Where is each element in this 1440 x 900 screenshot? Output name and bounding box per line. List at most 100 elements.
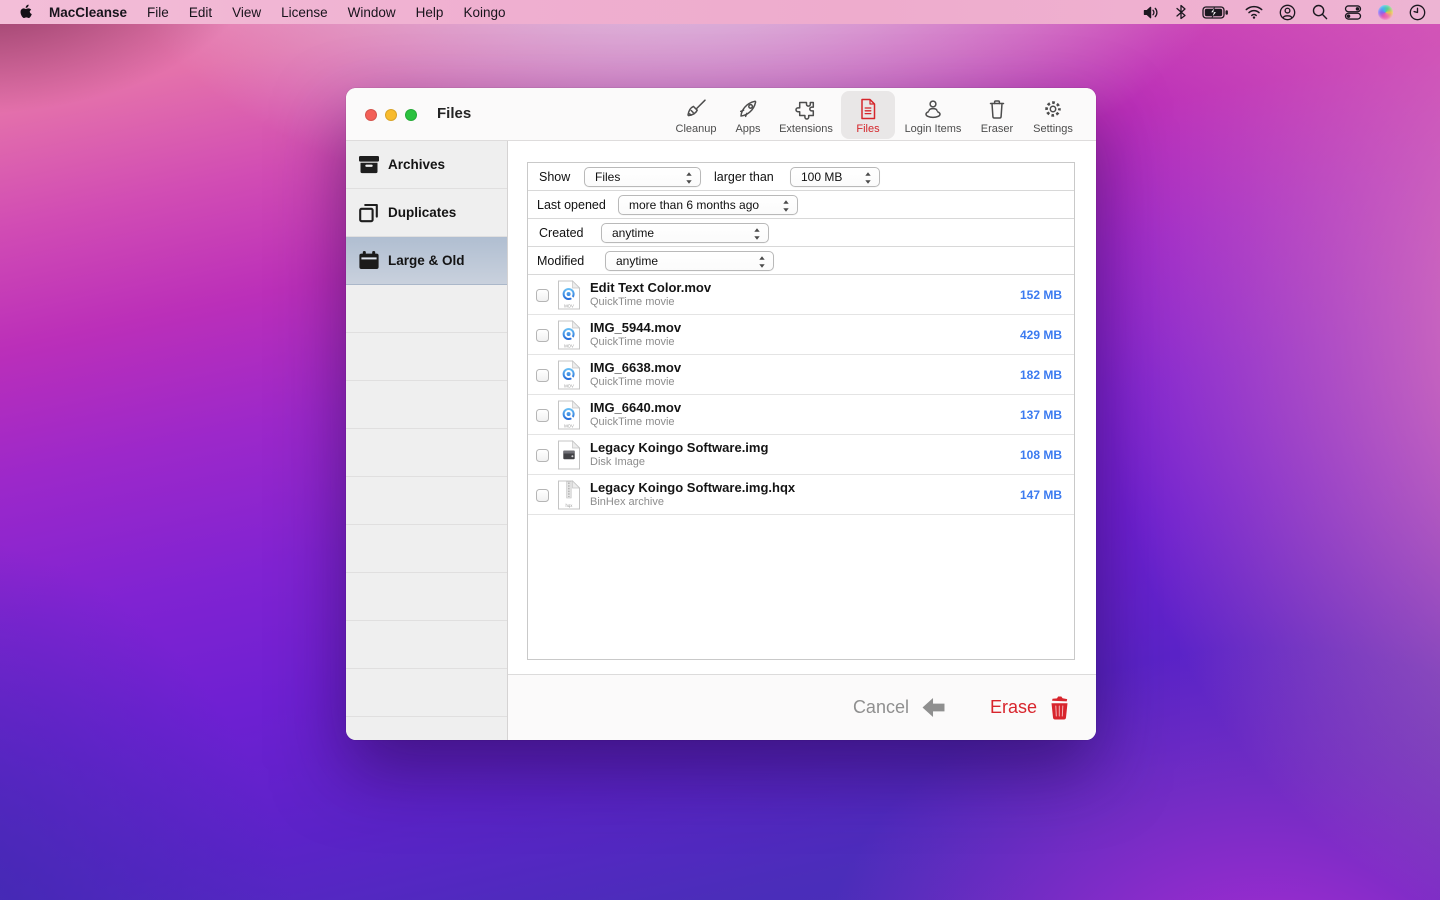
file-checkbox[interactable]: [536, 449, 549, 462]
filter-row-created: Created anytime: [528, 219, 1074, 247]
menu-help[interactable]: Help: [416, 5, 444, 20]
toolbar-login-items[interactable]: Login Items: [895, 91, 971, 139]
toolbar-settings[interactable]: Settings: [1023, 91, 1083, 139]
rocket-icon: [736, 96, 760, 121]
last-opened-select[interactable]: more than 6 months ago: [618, 195, 798, 215]
menu-items: File Edit View License Window Help Koing…: [147, 5, 505, 20]
file-checkbox[interactable]: [536, 329, 549, 342]
window-title: Files: [437, 105, 471, 122]
filter-and-file-panel: Show Files larger than 100 MB Last opene…: [527, 162, 1075, 660]
quicktime-file-icon: MOV: [557, 360, 581, 390]
battery-icon[interactable]: [1202, 6, 1229, 19]
show-select[interactable]: Files: [584, 167, 701, 187]
minimize-button[interactable]: [385, 109, 397, 121]
file-row: MOV IMG_6640.mov QuickTime movie 137 MB: [528, 395, 1074, 435]
binhex-file-icon: hqx: [557, 480, 581, 510]
stepper-icon: [864, 171, 872, 185]
sidebar-empty-row: [346, 285, 507, 333]
wifi-icon[interactable]: [1245, 5, 1263, 19]
menu-file[interactable]: File: [147, 5, 169, 20]
menu-window[interactable]: Window: [348, 5, 396, 20]
menu-app-name[interactable]: MacCleanse: [49, 5, 127, 20]
sidebar-empty-row: [346, 381, 507, 429]
window-body: Archives Duplicates Large & Old: [346, 141, 1096, 740]
toolbar-apps[interactable]: Apps: [725, 91, 771, 139]
document-icon: [857, 96, 879, 121]
file-row: MOV Edit Text Color.mov QuickTime movie …: [528, 275, 1074, 315]
file-row: MOV IMG_5944.mov QuickTime movie 429 MB: [528, 315, 1074, 355]
trash-outline-icon: [985, 96, 1009, 121]
svg-text:MOV: MOV: [564, 423, 574, 428]
control-center-icon[interactable]: [1344, 5, 1362, 20]
toolbar-files[interactable]: Files: [841, 91, 895, 139]
sidebar-empty-row: [346, 573, 507, 621]
window-toolbar: Cleanup Apps Extensions: [667, 91, 1083, 139]
file-row: Legacy Koingo Software.img Disk Image 10…: [528, 435, 1074, 475]
apple-menu-icon[interactable]: [19, 4, 32, 20]
menu-edit[interactable]: Edit: [189, 5, 212, 20]
window-controls: [365, 109, 417, 121]
sidebar-empty-row: [346, 669, 507, 717]
spotlight-search-icon[interactable]: [1312, 4, 1328, 20]
file-checkbox[interactable]: [536, 289, 549, 302]
created-select[interactable]: anytime: [601, 223, 769, 243]
svg-text:MOV: MOV: [564, 303, 574, 308]
menu-view[interactable]: View: [232, 5, 261, 20]
broom-icon: [684, 96, 708, 121]
file-size: 137 MB: [1020, 408, 1062, 422]
volume-icon[interactable]: [1143, 5, 1160, 20]
archive-box-icon: [356, 152, 382, 178]
sidebar-empty-row: [346, 477, 507, 525]
file-size: 429 MB: [1020, 328, 1062, 342]
toolbar-cleanup[interactable]: Cleanup: [667, 91, 725, 139]
puzzle-icon: [794, 96, 818, 121]
stepper-icon: [782, 199, 790, 213]
zoom-button[interactable]: [405, 109, 417, 121]
toolbar-eraser[interactable]: Eraser: [971, 91, 1023, 139]
quicktime-file-icon: MOV: [557, 280, 581, 310]
sidebar: Archives Duplicates Large & Old: [346, 141, 508, 740]
svg-text:hqx: hqx: [566, 503, 574, 508]
created-label: Created: [539, 226, 583, 240]
file-checkbox[interactable]: [536, 489, 549, 502]
maccleanse-window: Files Cleanup Apps: [346, 88, 1096, 740]
sidebar-item-large-and-old[interactable]: Large & Old: [346, 237, 507, 285]
filter-row-last-opened: Last opened more than 6 months ago: [528, 191, 1074, 219]
filter-row-modified: Modified anytime: [528, 247, 1074, 275]
show-label: Show: [539, 170, 570, 184]
file-size: 147 MB: [1020, 488, 1062, 502]
close-button[interactable]: [365, 109, 377, 121]
bluetooth-icon[interactable]: [1176, 4, 1186, 20]
footer-bar: Cancel Erase: [508, 674, 1096, 740]
menu-koingo[interactable]: Koingo: [463, 5, 505, 20]
menu-license[interactable]: License: [281, 5, 328, 20]
file-row: hqx Legacy Koingo Software.img.hqx BinHe…: [528, 475, 1074, 515]
svg-text:MOV: MOV: [564, 383, 574, 388]
duplicates-icon: [356, 200, 382, 226]
file-size: 182 MB: [1020, 368, 1062, 382]
modified-select[interactable]: anytime: [605, 251, 774, 271]
cancel-button[interactable]: Cancel: [853, 697, 946, 718]
larger-than-select[interactable]: 100 MB: [790, 167, 880, 187]
svg-text:MOV: MOV: [564, 343, 574, 348]
quicktime-file-icon: MOV: [557, 320, 581, 350]
modified-label: Modified: [537, 254, 584, 268]
sidebar-empty-row: [346, 333, 507, 381]
last-opened-label: Last opened: [537, 198, 606, 212]
larger-than-label: larger than: [714, 170, 774, 184]
file-checkbox[interactable]: [536, 409, 549, 422]
sidebar-empty-row: [346, 717, 507, 740]
clock-icon[interactable]: [1409, 4, 1426, 21]
user-account-icon[interactable]: [1279, 4, 1296, 21]
toolbar-extensions[interactable]: Extensions: [771, 91, 841, 139]
sidebar-item-archives[interactable]: Archives: [346, 141, 507, 189]
erase-button[interactable]: Erase: [990, 695, 1071, 721]
window-titlebar: Files Cleanup Apps: [346, 88, 1096, 141]
siri-icon[interactable]: [1378, 5, 1393, 20]
sidebar-item-duplicates[interactable]: Duplicates: [346, 189, 507, 237]
stepper-icon: [758, 255, 766, 269]
sidebar-empty-row: [346, 429, 507, 477]
menu-status-area: [1143, 0, 1426, 24]
sidebar-empty-row: [346, 525, 507, 573]
file-checkbox[interactable]: [536, 369, 549, 382]
